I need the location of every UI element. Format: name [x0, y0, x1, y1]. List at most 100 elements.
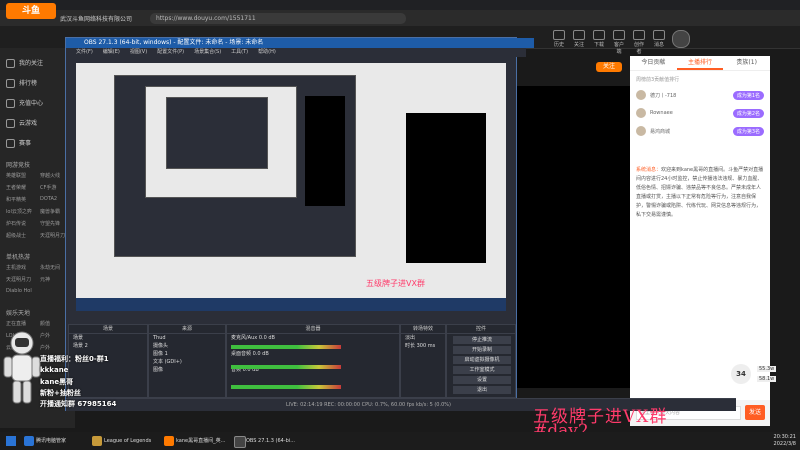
nav-desktop-icon[interactable]: 客户端	[612, 30, 626, 55]
volume-meter[interactable]	[231, 365, 341, 369]
overlay-welfare: 直播福利：粉丝0-群1	[40, 355, 109, 363]
source-item[interactable]: 文本 (GDI+)	[149, 358, 225, 366]
volume-meter[interactable]	[231, 345, 341, 349]
sidebar-section-title: 娱乐天地	[6, 310, 31, 317]
rank-button[interactable]: 成为第1名	[732, 90, 764, 100]
sidebar-category[interactable]: 天涯明月刀	[40, 232, 65, 239]
sidebar-category[interactable]: 永劫无间	[40, 264, 60, 271]
menu-tools[interactable]: 工具(T)	[231, 48, 248, 57]
start-record-button[interactable]: 开始录制	[453, 346, 511, 354]
mixer-dock: 混音器 麦克风/Aux 0.0 dB 桌面音频 0.0 dB 音频 0.0 dB	[226, 324, 400, 398]
sidebar-section-title: 单机热游	[6, 254, 31, 261]
heart-icon	[6, 59, 15, 68]
preview-taskbar	[76, 298, 506, 311]
sidebar-category[interactable]: 天涯明月刀	[6, 276, 31, 283]
sidebar-item-cloud-game[interactable]: 云游戏	[6, 118, 37, 128]
scene-item[interactable]: 场景	[69, 334, 147, 342]
rank-button[interactable]: 成为第2名	[732, 108, 764, 118]
user-avatar[interactable]	[672, 30, 690, 48]
avatar	[636, 126, 646, 136]
nav-download-icon[interactable]: 下载	[592, 30, 606, 48]
exit-button[interactable]: 退出	[453, 386, 511, 394]
tab-nobles[interactable]: 贵族(1)	[723, 56, 770, 70]
side-counter: 55.3w	[757, 366, 777, 372]
sidebar-item-rank[interactable]: 排行榜	[6, 78, 37, 88]
source-item[interactable]: 图像 1	[149, 350, 225, 358]
transitions-dock: 转场特效 淡出 时长 300 ms	[400, 324, 446, 398]
sidebar-category[interactable]: 主机游戏	[6, 264, 26, 271]
nav-creator-icon[interactable]: 创作者	[632, 30, 646, 55]
taskbar-app[interactable]: OBS 27.1.3 (64-bi...	[232, 434, 314, 448]
rank-button[interactable]: 成为第3名	[732, 126, 764, 136]
tab-today-contribution[interactable]: 今日贡献	[630, 56, 677, 70]
transition-duration[interactable]: 时长 300 ms	[401, 342, 445, 350]
browser-tab-bar	[0, 0, 800, 10]
live-video-player[interactable]	[505, 86, 630, 388]
follow-button[interactable]: 关注	[596, 62, 622, 72]
send-button[interactable]: 发送	[745, 405, 765, 420]
studio-mode-button[interactable]: 工作室模式	[453, 366, 511, 374]
lol-icon	[92, 436, 102, 446]
overlay-id: kkkane	[40, 366, 69, 374]
sidebar-item-recharge[interactable]: 充值中心	[6, 98, 43, 108]
obs-window: OBS 27.1.3 (64-bit, windows) - 配置文件: 未命名…	[65, 37, 736, 411]
sidebar-item-events[interactable]: 赛事	[6, 138, 31, 148]
wallet-icon	[6, 99, 15, 108]
cloud-game-icon	[6, 119, 15, 128]
virtual-camera-button[interactable]: 启动虚拟摄像机	[453, 356, 511, 364]
nav-history-icon[interactable]: 历史	[552, 30, 566, 48]
menu-help[interactable]: 帮助(H)	[258, 48, 276, 57]
sidebar-category[interactable]: 炉石传说	[6, 220, 26, 227]
settings-button[interactable]: 设置	[453, 376, 511, 384]
sidebar-category[interactable]: 超级战士	[6, 232, 26, 239]
menu-profile[interactable]: 配置文件(P)	[157, 48, 184, 57]
rank-row: 德刀丨-718 成为第1名	[636, 88, 764, 102]
sidebar-category[interactable]: lol云顶之弈	[6, 208, 32, 215]
menu-edit[interactable]: 编辑(E)	[103, 48, 120, 57]
sidebar-category[interactable]: 守望先锋	[40, 220, 60, 227]
menu-file[interactable]: 文件(F)	[76, 48, 93, 57]
nav-message-icon[interactable]: 消息	[652, 30, 666, 48]
menu-scene-collection[interactable]: 场景集合(S)	[194, 48, 221, 57]
sources-dock: 来源 Thud 摄像头 图像 1 文本 (GDI+) 图像	[148, 324, 226, 398]
sidebar-category[interactable]: DOTA2	[40, 196, 57, 202]
side-counter: 58.1w	[757, 376, 777, 382]
sidebar-category[interactable]: 英雄联盟	[6, 172, 26, 179]
sidebar-category[interactable]: 和平精英	[6, 196, 26, 203]
nested-capture	[145, 86, 297, 198]
mixer-channel: 桌面音频 0.0 dB	[231, 351, 269, 357]
windows-start-icon[interactable]	[6, 436, 16, 446]
overlay-fans: 新粉+抽粉丝	[40, 389, 81, 397]
avatar	[636, 90, 646, 100]
obs-icon	[234, 436, 246, 448]
source-item[interactable]: 图像	[149, 366, 225, 374]
scene-item[interactable]: 场景 2	[69, 342, 147, 350]
site-label: 武汉斗鱼网络科技有限公司	[60, 16, 133, 23]
preview-video	[406, 113, 486, 263]
menu-view[interactable]: 视图(V)	[130, 48, 147, 57]
obs-title-bar: OBS 27.1.3 (64-bit, windows) - 配置文件: 未命名…	[66, 38, 534, 48]
sidebar-category[interactable]: 王者荣耀	[6, 184, 26, 191]
douyu-logo[interactable]: 斗鱼	[6, 3, 56, 19]
preview-watermark: 五级牌子进VX群	[366, 279, 425, 288]
sidebar-category[interactable]: Diablo Hol	[6, 288, 32, 294]
sidebar-item-follow[interactable]: 我的关注	[6, 58, 43, 68]
trophy-icon	[6, 139, 15, 148]
sidebar-category[interactable]: 元神	[40, 276, 50, 283]
sidebar-section-title: 网游竞技	[6, 162, 31, 169]
system-notice: 系统消息：欢迎来到kane黑哥的直播间。斗鱼严禁对直播间内容进行24小时监控，禁…	[636, 167, 764, 218]
tab-anchor-rank[interactable]: 主播排行	[676, 56, 724, 70]
tencent-icon	[24, 436, 34, 446]
obs-preview[interactable]: 五级牌子进VX群	[76, 63, 506, 311]
sidebar-category[interactable]: CF手游	[40, 184, 56, 191]
stop-stream-button[interactable]: 停止推流	[453, 336, 511, 344]
source-item[interactable]: 摄像头	[149, 342, 225, 350]
sidebar-category[interactable]: 穿越火线	[40, 172, 60, 179]
browser-icon	[164, 436, 174, 446]
sidebar-category[interactable]: 魔兽争霸	[40, 208, 60, 215]
nav-heart-icon[interactable]: 关注	[572, 30, 586, 48]
source-item[interactable]: Thud	[149, 334, 225, 342]
url-field[interactable]: https://www.douyu.com/1551711	[150, 12, 406, 24]
transition-select[interactable]: 淡出	[401, 334, 445, 342]
volume-meter[interactable]	[231, 385, 341, 389]
